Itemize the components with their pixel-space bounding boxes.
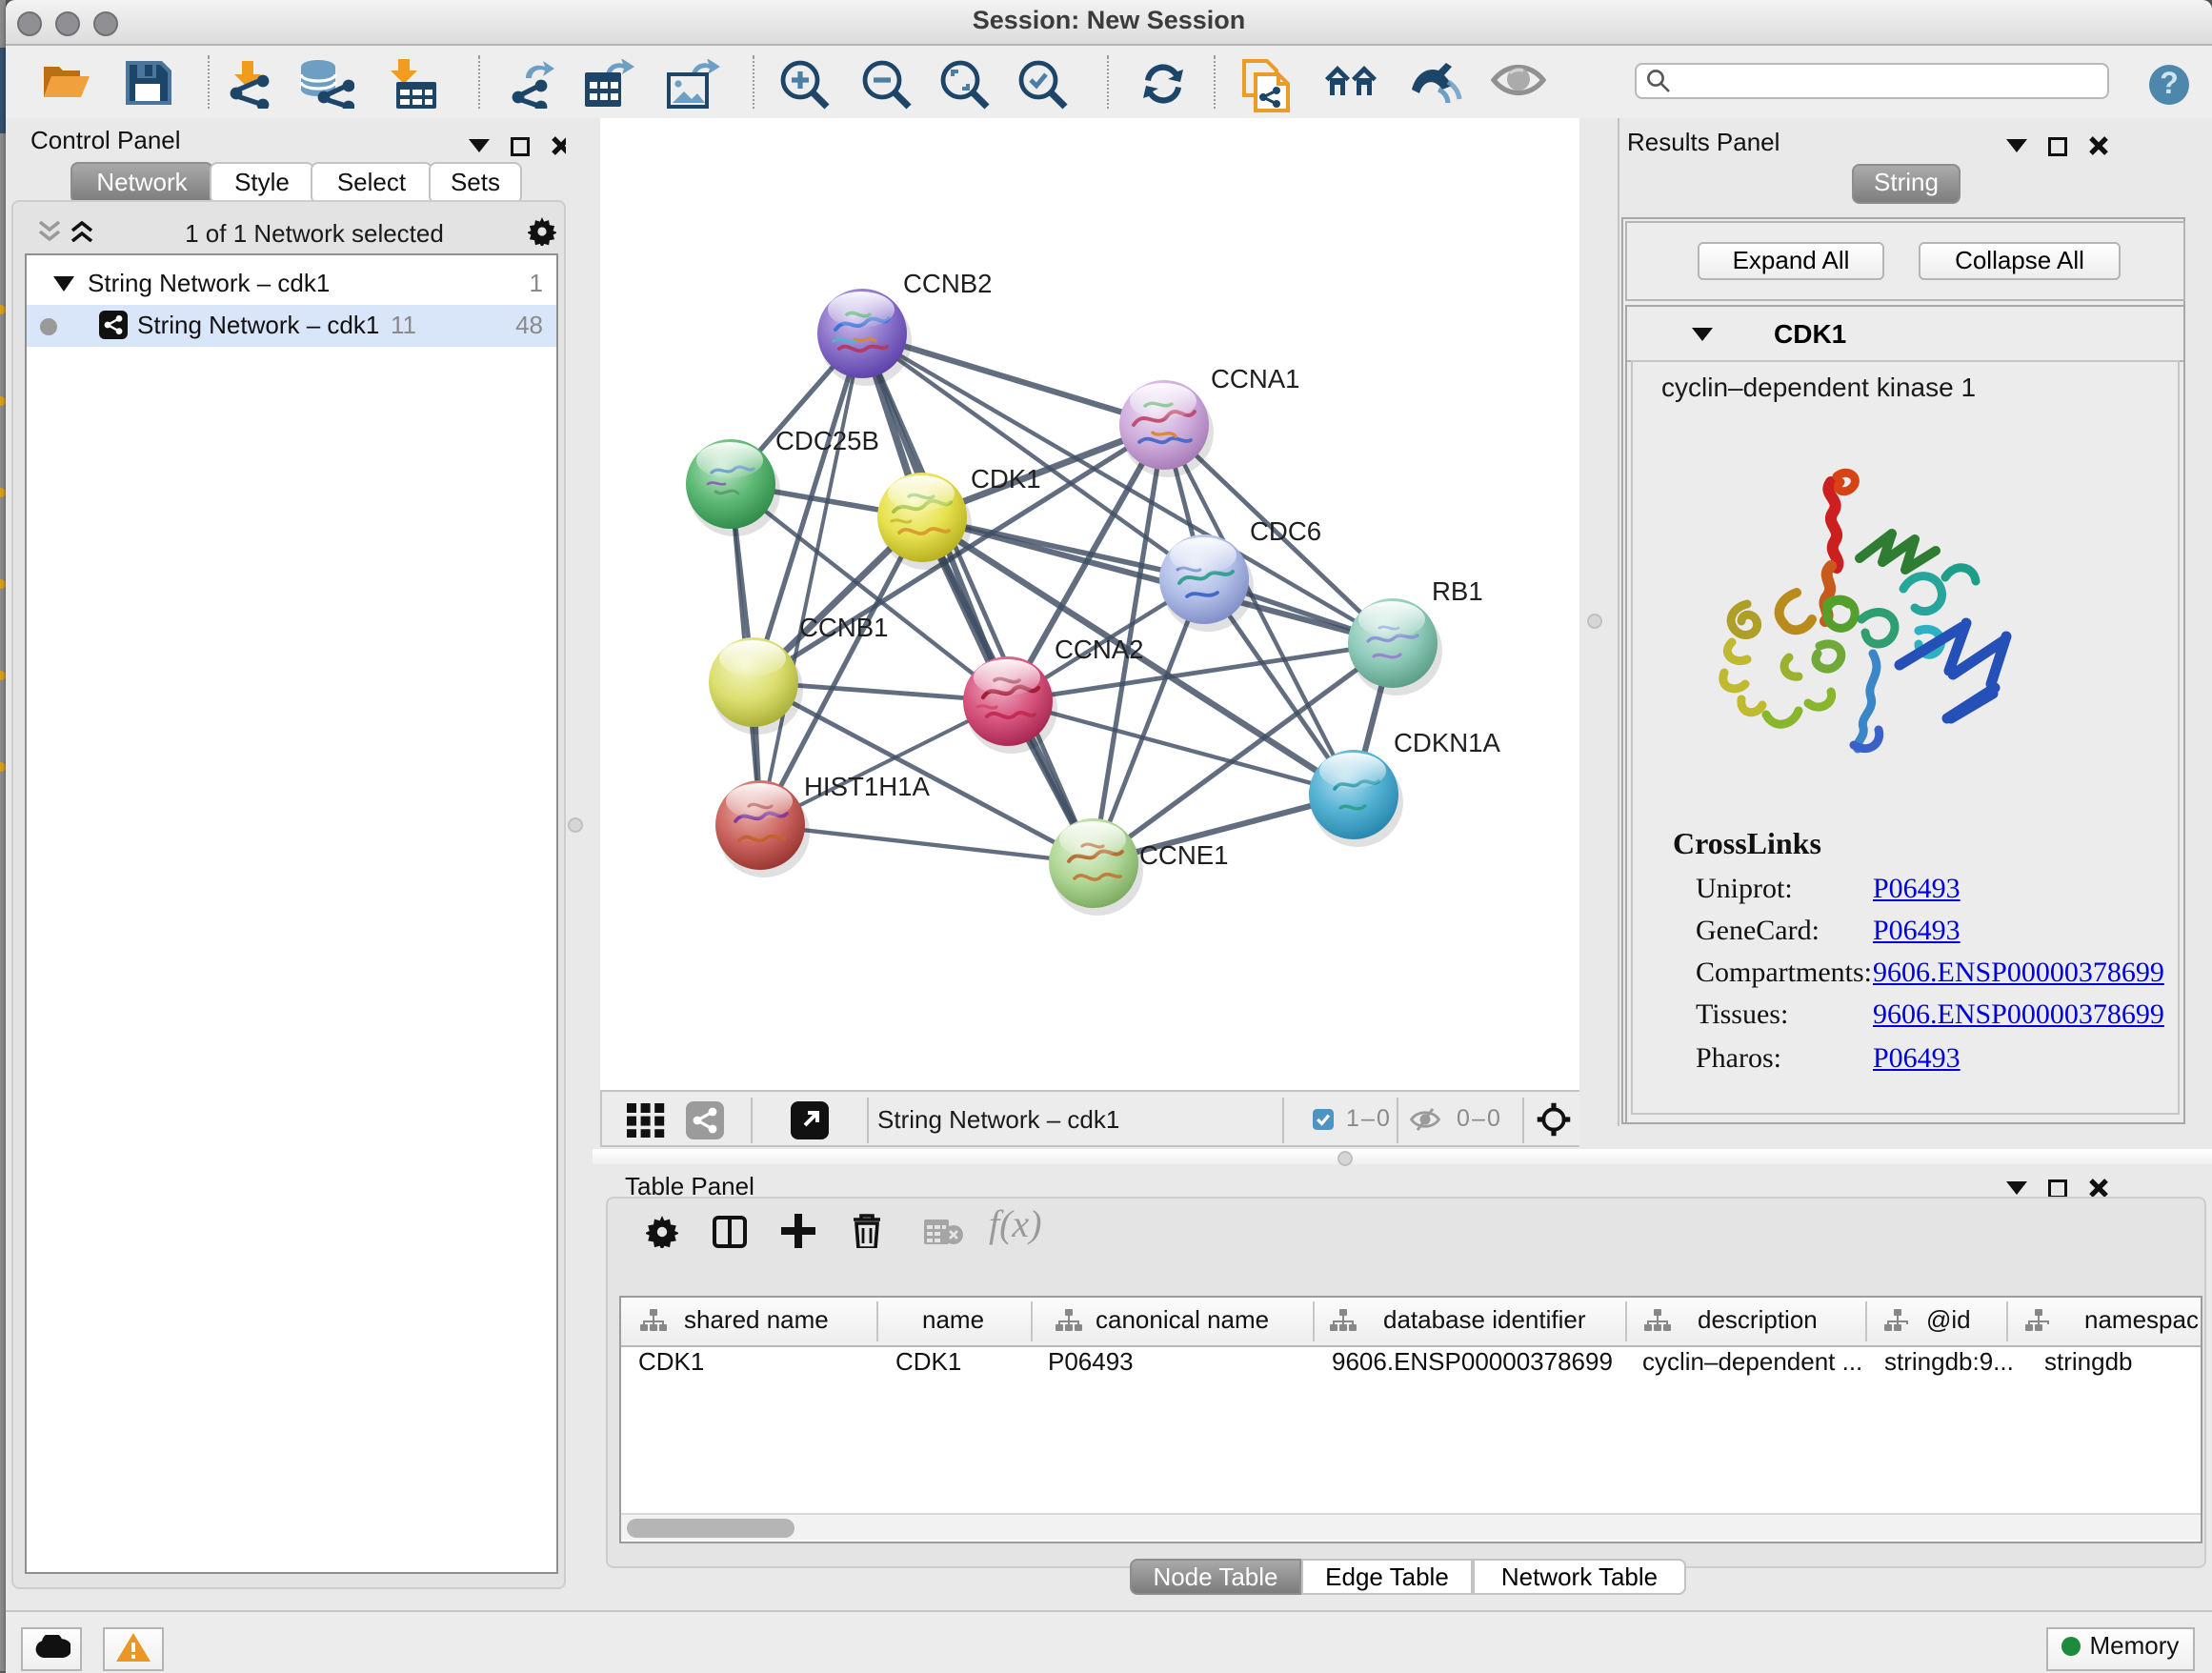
svg-text:CDC25B: CDC25B xyxy=(774,426,878,455)
svg-text:RB1: RB1 xyxy=(1431,576,1482,606)
svg-text:CCNB2: CCNB2 xyxy=(902,269,992,298)
svg-text:CDKN1A: CDKN1A xyxy=(1393,728,1500,757)
svg-text:CCNA1: CCNA1 xyxy=(1210,364,1299,393)
svg-text:CCNE1: CCNE1 xyxy=(1138,840,1228,870)
svg-text:CCNB1: CCNB1 xyxy=(798,613,888,642)
svg-text:CDK1: CDK1 xyxy=(970,464,1040,494)
svg-text:HIST1H1A: HIST1H1A xyxy=(803,772,929,801)
svg-text:CCNA2: CCNA2 xyxy=(1054,635,1143,664)
svg-text:CDC6: CDC6 xyxy=(1249,516,1320,546)
